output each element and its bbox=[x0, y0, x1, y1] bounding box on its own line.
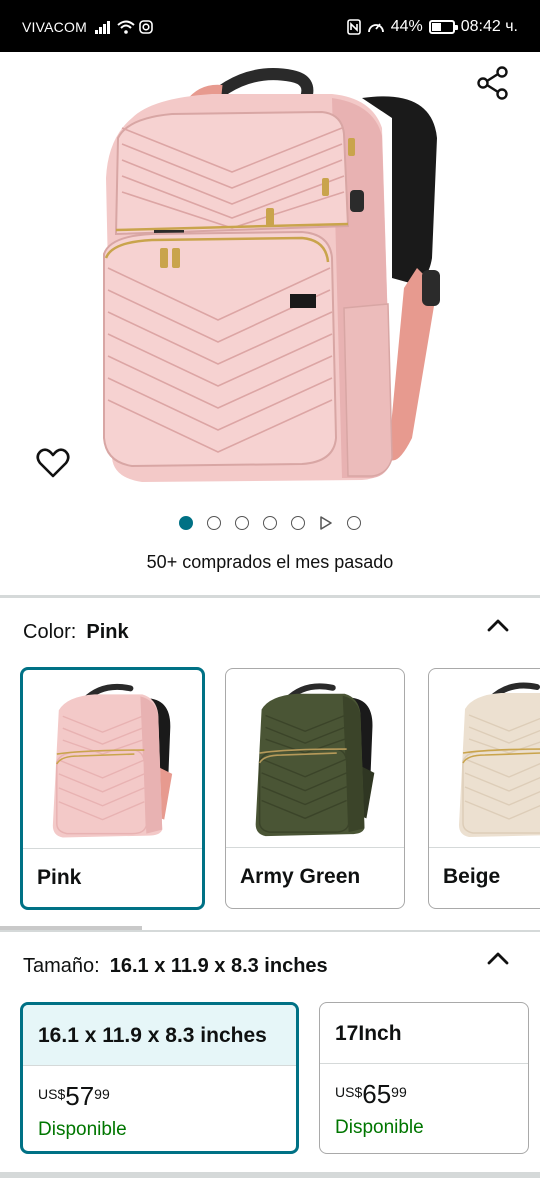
color-option-pink[interactable]: Pink bbox=[20, 667, 205, 910]
share-icon[interactable] bbox=[476, 66, 510, 100]
divider bbox=[0, 595, 540, 598]
product-gallery[interactable]: 50+ comprados el mes pasado bbox=[0, 52, 540, 592]
card-divider bbox=[226, 847, 404, 848]
color-selected-value: Pink bbox=[86, 621, 129, 643]
color-option-label: Army Green bbox=[240, 865, 361, 888]
color-thumbnail bbox=[52, 683, 173, 838]
status-right: 44% 08:42 ч. bbox=[346, 18, 518, 36]
size-option-header: 17Inch bbox=[320, 1003, 528, 1063]
card-divider bbox=[23, 1065, 296, 1066]
availability: Disponible bbox=[335, 1117, 424, 1138]
color-option-beige[interactable]: Beige bbox=[428, 668, 540, 909]
size-heading: Tamaño: 16.1 x 11.9 x 8.3 inches bbox=[23, 955, 328, 978]
play-icon[interactable] bbox=[319, 516, 333, 530]
gallery-dot[interactable] bbox=[347, 516, 361, 530]
gallery-dot[interactable] bbox=[263, 516, 277, 530]
clock: 08:42 ч. bbox=[460, 18, 518, 35]
color-option-label: Pink bbox=[37, 866, 82, 889]
divider bbox=[0, 930, 540, 932]
price-whole: 57 bbox=[65, 1081, 95, 1111]
size-option-header: 16.1 x 11.9 x 8.3 inches bbox=[23, 1005, 296, 1065]
price: US$ 65 99 bbox=[335, 1079, 407, 1109]
instagram-icon bbox=[139, 20, 153, 34]
battery-icon bbox=[428, 20, 458, 34]
gallery-dot[interactable] bbox=[291, 516, 305, 530]
size-option-16-1-inch[interactable]: 16.1 x 11.9 x 8.3 inches US$ 57 99 Dispo… bbox=[20, 1002, 299, 1154]
price-fraction: 99 bbox=[391, 1084, 407, 1100]
chevron-up-icon[interactable] bbox=[486, 614, 510, 638]
price: US$ 57 99 bbox=[38, 1081, 110, 1111]
signal-icon bbox=[95, 21, 110, 34]
status-icons bbox=[95, 20, 153, 34]
heart-icon[interactable] bbox=[36, 446, 70, 480]
color-heading: Color: Pink bbox=[23, 621, 129, 644]
gallery-dot[interactable] bbox=[179, 516, 193, 530]
status-bar: VIVACOM 44% 08:42 ч. bbox=[0, 0, 540, 52]
card-divider bbox=[429, 847, 540, 848]
gallery-pagination[interactable] bbox=[0, 516, 540, 530]
speed-icon bbox=[367, 23, 384, 33]
card-divider bbox=[23, 848, 202, 849]
size-label: Tamaño: bbox=[23, 955, 100, 977]
color-thumbnail bbox=[459, 682, 540, 837]
color-option-army-green[interactable]: Army Green bbox=[225, 668, 405, 909]
product-image[interactable] bbox=[92, 58, 452, 518]
size-option-label: 16.1 x 11.9 x 8.3 inches bbox=[38, 1024, 267, 1047]
carrier-name: VIVACOM bbox=[22, 19, 87, 35]
gallery-dot[interactable] bbox=[207, 516, 221, 530]
availability: Disponible bbox=[38, 1119, 127, 1140]
price-whole: 65 bbox=[362, 1079, 392, 1109]
color-option-label: Beige bbox=[443, 865, 501, 888]
size-selected-value: 16.1 x 11.9 x 8.3 inches bbox=[109, 955, 328, 977]
price-fraction: 99 bbox=[94, 1086, 110, 1102]
price-currency: US$ bbox=[38, 1086, 66, 1102]
size-option-label: 17Inch bbox=[335, 1022, 402, 1045]
battery-fill bbox=[431, 23, 441, 31]
color-thumbnail bbox=[255, 683, 375, 837]
gallery-dot[interactable] bbox=[235, 516, 249, 530]
card-divider bbox=[320, 1063, 528, 1064]
chevron-up-icon[interactable] bbox=[486, 947, 510, 971]
price-currency: US$ bbox=[335, 1084, 363, 1100]
size-option-17-inch[interactable]: 17Inch US$ 65 99 Disponible bbox=[319, 1002, 529, 1154]
bought-count-text: 50+ comprados el mes pasado bbox=[146, 552, 394, 572]
nfc-icon bbox=[346, 19, 361, 35]
wifi-icon bbox=[117, 20, 135, 34]
horizontal-scrollbar[interactable] bbox=[0, 1172, 540, 1178]
battery-percent: 44% bbox=[390, 18, 423, 35]
color-label: Color: bbox=[23, 621, 77, 643]
